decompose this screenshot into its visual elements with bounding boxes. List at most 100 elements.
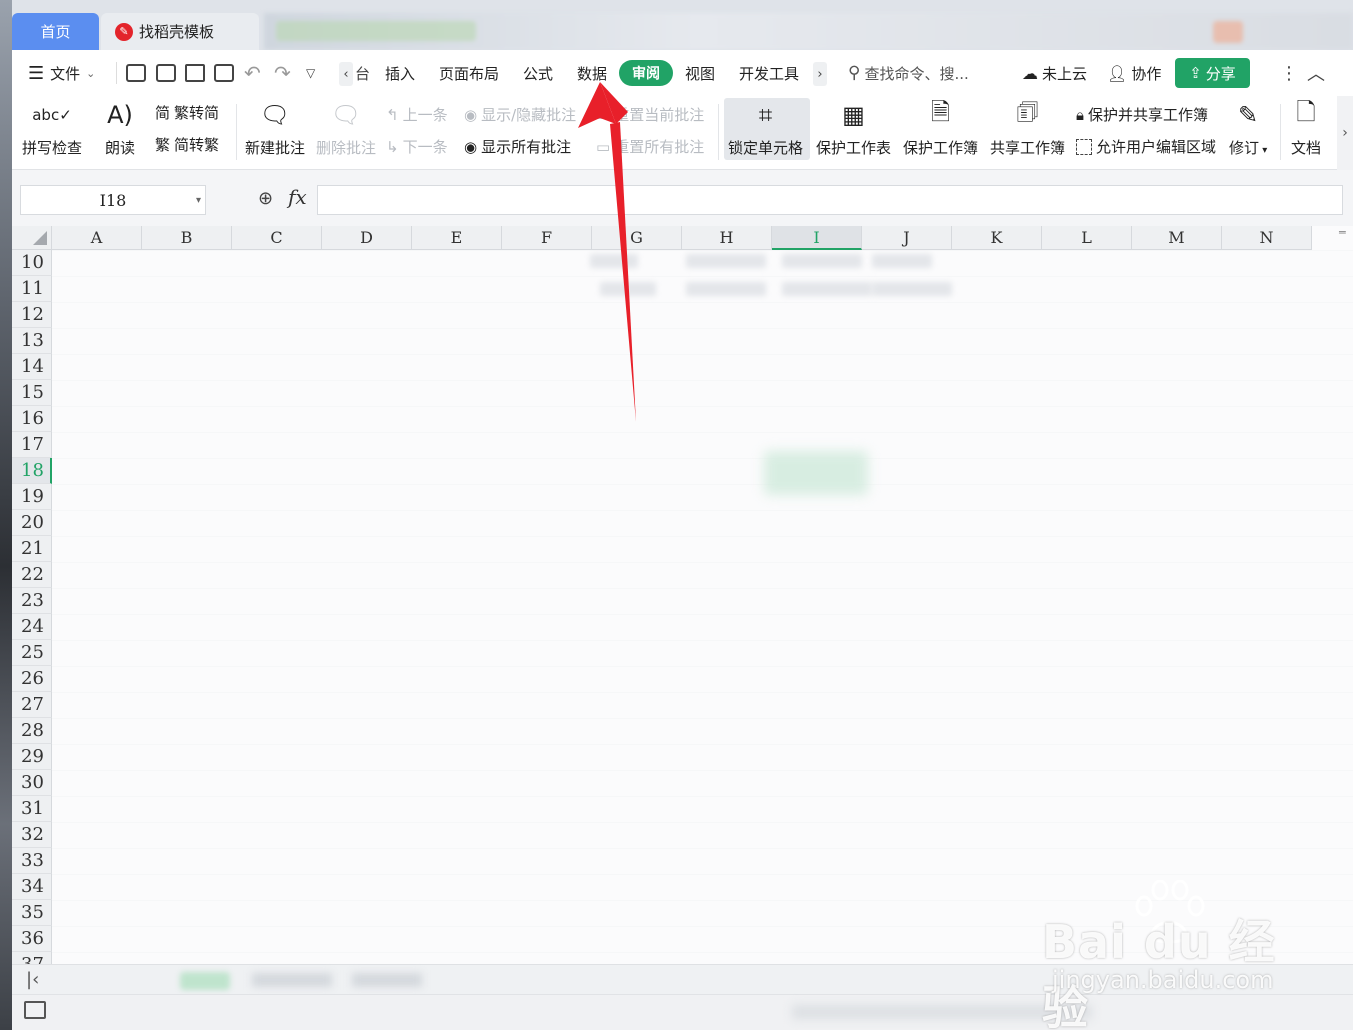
reset-all-comments-button[interactable]: ▭ 重置所有批注 <box>596 136 704 157</box>
name-box-dropdown-icon[interactable]: ▾ <box>196 195 201 206</box>
row-header[interactable]: 27 <box>12 692 52 718</box>
column-header[interactable]: H <box>682 226 772 250</box>
menu-scroll-right-icon[interactable]: › <box>813 62 827 86</box>
column-header[interactable]: J <box>862 226 952 250</box>
row-header[interactable]: 24 <box>12 614 52 640</box>
trad-to-simp-button[interactable]: 简 繁转简 <box>155 102 219 123</box>
print-icon[interactable] <box>185 64 205 82</box>
column-header[interactable]: K <box>952 226 1042 250</box>
file-menu[interactable]: ☰ 文件 ⌄ <box>28 50 95 96</box>
protect-and-share-label: 保护并共享工作簿 <box>1087 106 1208 124</box>
reset-current-comment-button[interactable]: ▭ 重置当前批注 <box>596 104 704 125</box>
column-header[interactable]: F <box>502 226 592 250</box>
column-header[interactable]: L <box>1042 226 1132 250</box>
redo-icon[interactable]: ↷ <box>274 50 291 96</box>
protect-sheet-button[interactable]: ▦ 保护工作表 <box>816 96 891 158</box>
row-header[interactable]: 26 <box>12 666 52 692</box>
row-header[interactable]: 34 <box>12 874 52 900</box>
row-header[interactable]: 17 <box>12 432 52 458</box>
row-header[interactable]: 36 <box>12 926 52 952</box>
save-icon[interactable] <box>126 64 146 82</box>
first-sheet-icon[interactable]: |‹ <box>26 969 39 990</box>
simp-to-trad-button[interactable]: 繁 简转繁 <box>155 134 219 155</box>
cloud-status[interactable]: ☁ 未上云 <box>1022 50 1087 96</box>
row-header[interactable]: 33 <box>12 848 52 874</box>
revise-button[interactable]: ✎ 修订 ▾ <box>1229 96 1267 158</box>
row-header[interactable]: 21 <box>12 536 52 562</box>
collab-button[interactable]: 👤︎ 协作 <box>1107 50 1161 96</box>
row-header[interactable]: 23 <box>12 588 52 614</box>
column-header[interactable]: M <box>1132 226 1222 250</box>
show-all-comments-button[interactable]: ◉ 显示所有批注 <box>464 136 571 157</box>
row-header[interactable]: 15 <box>12 380 52 406</box>
ribbon-scroll-right-icon[interactable]: › <box>1337 96 1353 170</box>
menu-scroll-left-icon[interactable]: ‹ <box>339 62 353 86</box>
share-workbook-button[interactable]: 🗊 共享工作簿 <box>990 96 1065 158</box>
new-comment-button[interactable]: 🗨︎ 新建批注 <box>245 96 305 158</box>
row-header[interactable]: 30 <box>12 770 52 796</box>
command-search[interactable]: ⚲ 查找命令、搜... <box>848 50 969 96</box>
menu-data[interactable]: 数据 <box>577 50 607 96</box>
menu-review[interactable]: 审阅 <box>619 60 673 86</box>
document-button[interactable]: 🗋 文档 <box>1290 96 1322 158</box>
menu-insert[interactable]: 插入 <box>385 50 415 96</box>
row-header[interactable]: 18 <box>12 458 52 484</box>
tab-template[interactable]: ✎ 找稻壳模板 <box>101 13 259 50</box>
monitor-icon[interactable] <box>24 1001 46 1019</box>
menu-page-layout[interactable]: 页面布局 <box>439 50 499 96</box>
column-header[interactable]: E <box>412 226 502 250</box>
formula-input[interactable] <box>317 185 1343 215</box>
row-header[interactable]: 20 <box>12 510 52 536</box>
read-aloud-button[interactable]: A) 朗读 <box>104 96 136 158</box>
header-options-icon[interactable]: ═ <box>1339 226 1349 250</box>
sheet-tab-active[interactable] <box>180 972 230 990</box>
delete-comment-button[interactable]: 🗨︎ 删除批注 <box>316 96 376 158</box>
row-header[interactable]: 12 <box>12 302 52 328</box>
share-button[interactable]: ⇪ 分享 <box>1175 58 1250 88</box>
column-header[interactable]: A <box>52 226 142 250</box>
print-preview-icon[interactable] <box>214 64 234 82</box>
column-header[interactable]: G <box>592 226 682 250</box>
prev-comment-button[interactable]: ↰ 上一条 <box>386 104 448 125</box>
row-header[interactable]: 16 <box>12 406 52 432</box>
sheet-grid[interactable]: ═ A B C D E F G H I J K L M N 10 11 12 13 14 15 16 17 18 19 20 21… <box>12 226 1353 964</box>
name-box[interactable]: I18 ▾ <box>20 185 206 215</box>
protect-and-share-button[interactable]: 🔒︎ 保护并共享工作簿 <box>1076 104 1208 125</box>
more-options-icon[interactable]: ⋮ <box>1280 50 1298 96</box>
row-header[interactable]: 25 <box>12 640 52 666</box>
menu-formula[interactable]: 公式 <box>523 50 553 96</box>
spellcheck-button[interactable]: abc✓ 拼写检查 <box>22 96 82 158</box>
row-header[interactable]: 19 <box>12 484 52 510</box>
column-header[interactable]: N <box>1222 226 1312 250</box>
row-header[interactable]: 31 <box>12 796 52 822</box>
undo-icon[interactable]: ↶ <box>244 50 261 96</box>
menu-developer[interactable]: 开发工具 <box>739 50 799 96</box>
row-header[interactable]: 14 <box>12 354 52 380</box>
export-icon[interactable] <box>156 64 176 82</box>
select-all-corner[interactable] <box>12 226 52 250</box>
column-header[interactable]: I <box>772 226 862 250</box>
function-icon[interactable]: fx <box>288 185 307 209</box>
row-header[interactable]: 10 <box>12 250 52 276</box>
row-header[interactable]: 22 <box>12 562 52 588</box>
column-header[interactable]: C <box>232 226 322 250</box>
row-header[interactable]: 37 <box>12 952 52 964</box>
column-header[interactable]: B <box>142 226 232 250</box>
row-header[interactable]: 35 <box>12 900 52 926</box>
zoom-formula-icon[interactable]: ⊕ <box>258 188 273 209</box>
collapse-ribbon-icon[interactable]: ︿ <box>1307 50 1325 96</box>
protect-workbook-button[interactable]: 🗎 保护工作簿 <box>903 96 978 158</box>
row-header[interactable]: 32 <box>12 822 52 848</box>
row-header[interactable]: 28 <box>12 718 52 744</box>
row-header[interactable]: 29 <box>12 744 52 770</box>
quick-access-more-icon[interactable]: ▽ <box>306 50 315 96</box>
column-header[interactable]: D <box>322 226 412 250</box>
row-header[interactable]: 13 <box>12 328 52 354</box>
show-hide-comment-button[interactable]: ◉ 显示/隐藏批注 <box>464 104 576 125</box>
tab-home[interactable]: 首页 <box>12 13 99 50</box>
row-header[interactable]: 11 <box>12 276 52 302</box>
lock-cell-button[interactable]: ⌗ 锁定单元格 <box>728 96 803 158</box>
allow-edit-ranges-button[interactable]: 允许用户编辑区域 <box>1076 136 1216 157</box>
menu-view[interactable]: 视图 <box>685 50 715 96</box>
next-comment-button[interactable]: ↳ 下一条 <box>386 136 448 157</box>
